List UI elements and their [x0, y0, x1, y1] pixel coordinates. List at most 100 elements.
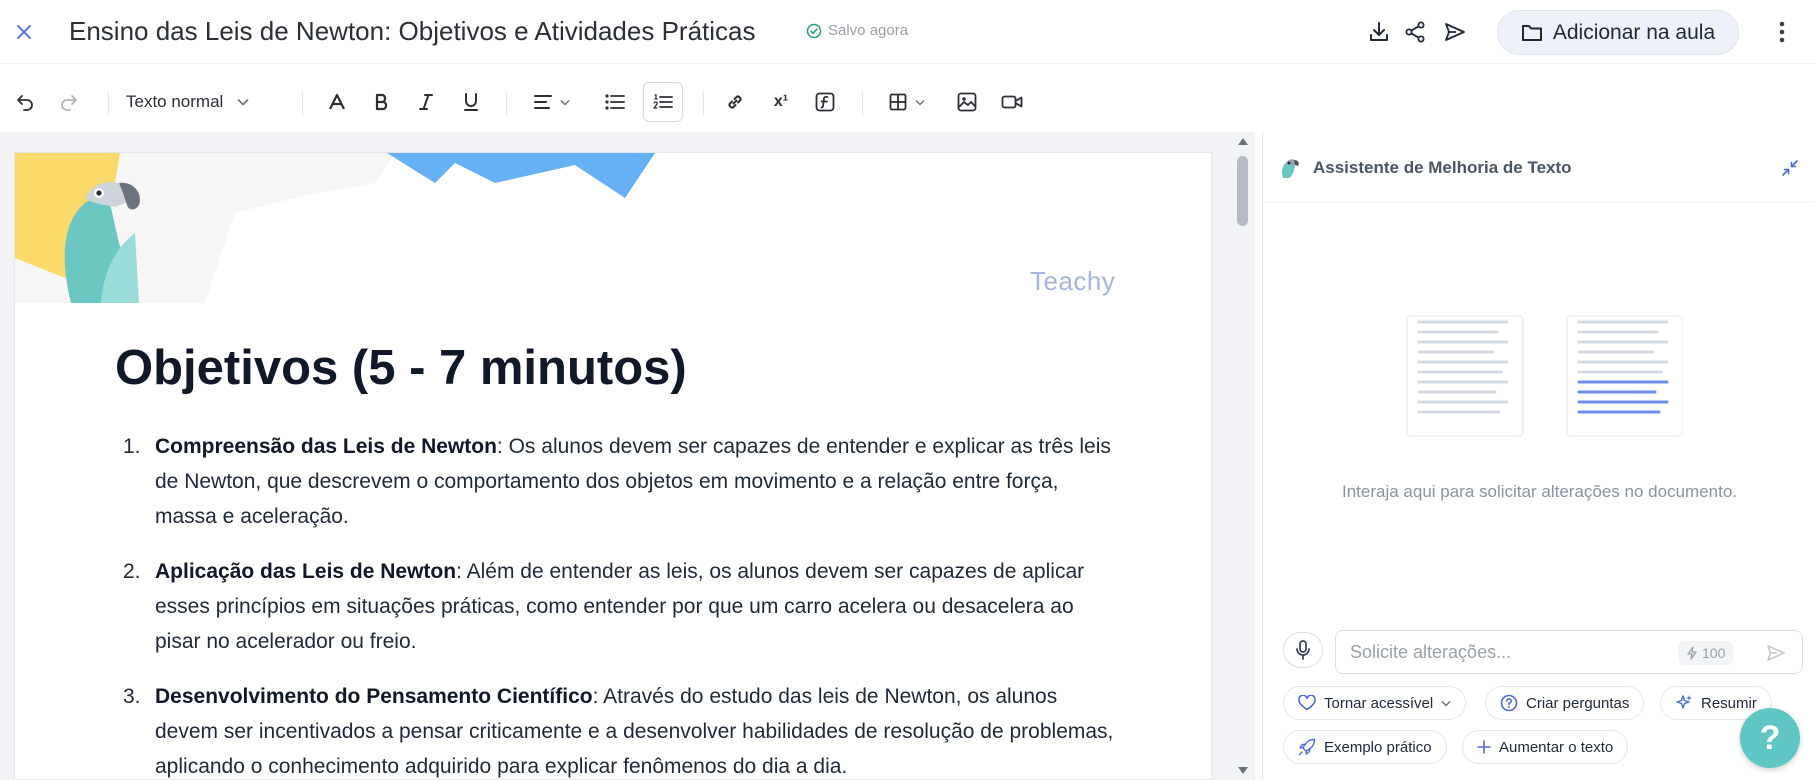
credits-count: 100	[1702, 645, 1726, 661]
insert-image-button[interactable]	[952, 86, 982, 118]
help-button[interactable]: ?	[1740, 708, 1800, 768]
bold-button[interactable]	[367, 86, 397, 118]
parrot-logo-icon	[1282, 159, 1299, 178]
kebab-menu-icon	[1779, 21, 1785, 43]
chevron-down-icon	[915, 99, 925, 106]
share-button[interactable]	[1400, 17, 1430, 47]
close-icon	[17, 25, 31, 39]
toolbar-divider	[703, 90, 704, 116]
request-input[interactable]	[1350, 631, 1670, 673]
question-circle-icon	[1500, 694, 1518, 712]
send-document-button[interactable]	[1440, 17, 1470, 47]
table-dropdown[interactable]	[884, 86, 930, 118]
undo-button[interactable]	[10, 86, 40, 118]
request-input-container: 100	[1335, 630, 1803, 674]
toolbar-divider	[302, 90, 303, 116]
summarize-label: Resumir	[1701, 694, 1757, 712]
underline-button[interactable]	[456, 86, 486, 118]
formatting-toolbar: Texto normal x¹	[0, 74, 1815, 130]
link-icon	[728, 95, 742, 109]
italic-button[interactable]	[411, 86, 441, 118]
italic-icon	[419, 94, 433, 110]
document-page[interactable]: Teachy Objetivos (5 - 7 minutos) 1. Comp…	[14, 152, 1212, 780]
table-icon	[889, 93, 907, 111]
download-icon	[1370, 22, 1388, 41]
scroll-thumb[interactable]	[1237, 156, 1248, 226]
list-item[interactable]: 3. Desenvolvimento do Pensamento Científ…	[123, 679, 1123, 779]
video-camera-icon	[1001, 95, 1023, 109]
font-icon	[329, 93, 345, 110]
document-title[interactable]: Ensino das Leis de Newton: Objetivos e A…	[69, 16, 756, 47]
list-item[interactable]: 2. Aplicação das Leis de Newton: Além de…	[123, 554, 1123, 659]
text-style-label: Texto normal	[126, 92, 224, 111]
practical-example-chip[interactable]: Exemplo prático	[1283, 730, 1447, 764]
redo-icon	[61, 95, 77, 111]
numbered-list-button[interactable]	[643, 82, 683, 122]
sparkles-icon	[1676, 695, 1692, 709]
chevron-down-icon	[560, 99, 570, 106]
folder-icon	[1521, 24, 1542, 41]
insert-video-button[interactable]	[997, 86, 1027, 118]
documents-illustration	[1406, 315, 1683, 437]
heart-icon	[1298, 695, 1316, 711]
scroll-down-arrow[interactable]	[1238, 767, 1248, 774]
formula-button[interactable]	[810, 86, 840, 118]
more-options-button[interactable]	[1770, 16, 1794, 48]
microphone-button[interactable]	[1283, 632, 1323, 668]
list-item[interactable]: 1. Compreensão das Leis de Newton: Os al…	[123, 429, 1123, 534]
create-questions-label: Criar perguntas	[1526, 694, 1630, 712]
add-to-lesson-button[interactable]: Adicionar na aula	[1497, 10, 1739, 55]
toolbar-divider	[862, 90, 863, 116]
function-icon	[815, 92, 835, 112]
make-accessible-label: Tornar acessível	[1324, 694, 1434, 712]
undo-icon	[17, 95, 33, 111]
brand-watermark: Teachy	[1030, 266, 1116, 296]
save-status-text: Salvo agora	[828, 22, 909, 39]
toolbar-divider	[506, 90, 507, 116]
bullet-list-icon	[605, 94, 625, 110]
lightning-icon	[1687, 646, 1697, 660]
share-icon	[1405, 21, 1425, 43]
bullet-list-button[interactable]	[600, 86, 630, 118]
app-header: Ensino das Leis de Newton: Objetivos e A…	[0, 0, 1815, 64]
assistant-title: Assistente de Melhoria de Texto	[1313, 158, 1572, 177]
assistant-hint: Interaja aqui para solicitar alterações …	[1341, 482, 1737, 501]
make-accessible-chip[interactable]: Tornar acessível	[1283, 686, 1467, 720]
chevron-down-icon	[237, 98, 249, 106]
collapse-panel-button[interactable]	[1778, 156, 1802, 180]
list-item-number: 2.	[123, 560, 141, 583]
font-size-button[interactable]	[322, 86, 352, 118]
close-button[interactable]	[10, 18, 38, 46]
list-item-title: Aplicação das Leis de Newton	[155, 560, 457, 583]
scroll-up-arrow[interactable]	[1238, 138, 1248, 145]
superscript-button[interactable]: x¹	[766, 86, 796, 118]
link-button[interactable]	[720, 86, 750, 118]
create-questions-chip[interactable]: Criar perguntas	[1485, 686, 1645, 720]
list-item-number: 1.	[123, 435, 141, 458]
align-dropdown[interactable]	[530, 86, 574, 118]
align-left-icon	[534, 95, 552, 109]
section-heading[interactable]: Objetivos (5 - 7 minutos)	[115, 340, 687, 396]
objectives-list: 1. Compreensão das Leis de Newton: Os al…	[123, 429, 1123, 779]
text-style-dropdown[interactable]: Texto normal	[126, 86, 276, 118]
list-item-title: Compreensão das Leis de Newton	[155, 435, 497, 458]
download-button[interactable]	[1364, 17, 1394, 47]
send-request-button[interactable]	[1762, 641, 1790, 665]
expand-text-chip[interactable]: Aumentar o texto	[1462, 730, 1629, 764]
toolbar-divider	[108, 90, 109, 116]
image-icon	[957, 92, 977, 112]
bold-icon	[375, 93, 388, 111]
credits-badge: 100	[1678, 641, 1734, 665]
redo-button[interactable]	[54, 86, 84, 118]
list-item-number: 3.	[123, 685, 141, 708]
check-circle-icon	[806, 23, 822, 38]
chevron-down-icon	[1441, 700, 1451, 707]
editor-scrollbar[interactable]	[1230, 132, 1255, 780]
collapse-arrows-icon	[1782, 160, 1798, 176]
assistant-header: Assistente de Melhoria de Texto	[1263, 132, 1815, 202]
expand-text-label: Aumentar o texto	[1499, 738, 1614, 756]
underline-icon	[464, 93, 478, 111]
send-icon	[1767, 645, 1785, 661]
microphone-icon	[1296, 640, 1310, 660]
numbered-list-icon	[653, 94, 673, 109]
